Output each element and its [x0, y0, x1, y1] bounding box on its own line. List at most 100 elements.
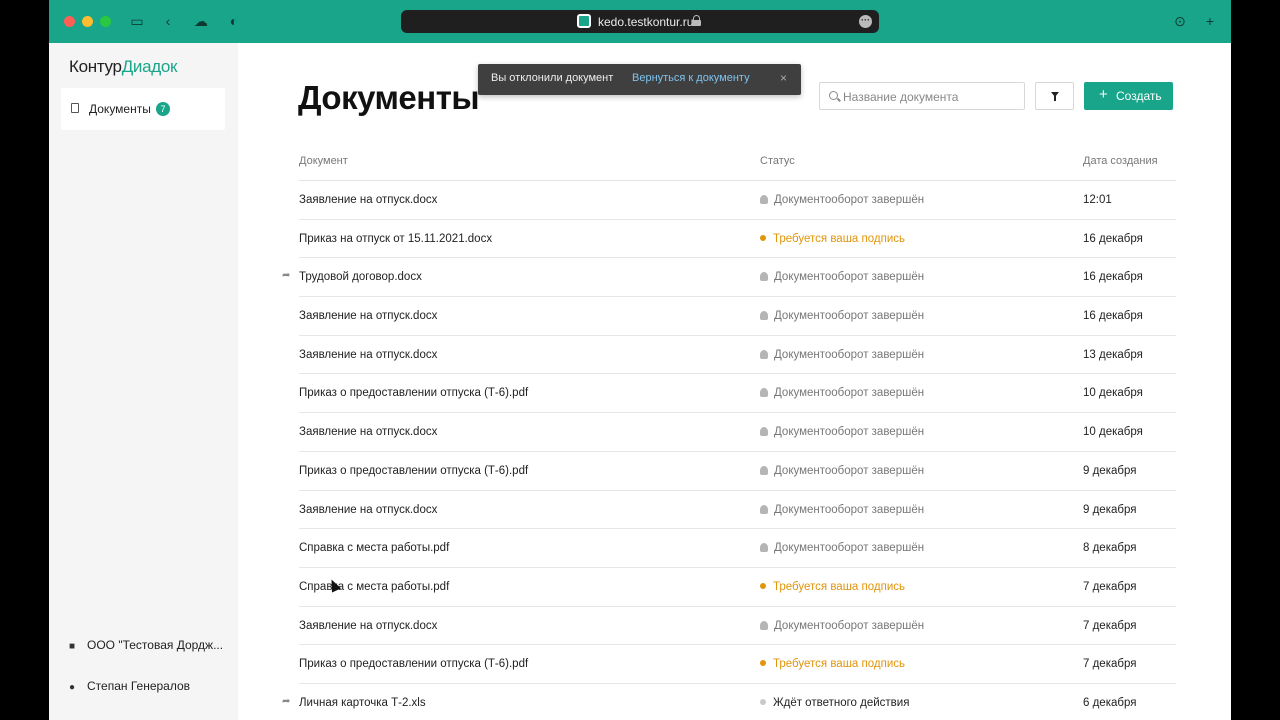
status-cell: Документооборот завершён: [760, 387, 924, 399]
table-row[interactable]: Заявление на отпуск.docx Документооборот …: [299, 413, 1176, 452]
date-cell: 7 декабря: [1083, 619, 1137, 632]
table-row[interactable]: Заявление на отпуск.docx Документооборот …: [299, 181, 1176, 220]
column-header-status: Статус: [760, 155, 795, 167]
cloud-icon[interactable]: ☁: [192, 12, 210, 30]
maximize-window-button[interactable]: [100, 16, 111, 27]
document-name[interactable]: Заявление на отпуск.docx: [299, 194, 437, 206]
address-bar[interactable]: kedo.testkontur.ru ···: [401, 10, 879, 33]
status-cell: Ждёт ответного действия: [760, 697, 909, 709]
seal-icon: [760, 388, 768, 398]
document-name[interactable]: Приказ о предоставлении отпуска (Т-6).pd…: [299, 387, 528, 399]
table-row[interactable]: Приказ о предоставлении отпуска (Т-6).pd…: [299, 452, 1176, 491]
page-title: Документы: [298, 79, 480, 116]
back-icon[interactable]: ‹: [159, 12, 177, 30]
date-cell: 10 декабря: [1083, 387, 1143, 400]
table-row[interactable]: Справка с места работы.pdf Документооборо…: [299, 529, 1176, 568]
document-name[interactable]: Справка с места работы.pdf: [299, 542, 449, 554]
lock-icon: [692, 15, 701, 26]
seal-icon: [760, 272, 768, 282]
document-name[interactable]: Справка с места работы.pdf: [299, 581, 449, 593]
search-field[interactable]: [819, 82, 1025, 110]
table-row[interactable]: Приказ о предоставлении отпуска (Т-6).pd…: [299, 374, 1176, 414]
document-icon: [71, 103, 79, 113]
status-text: Документооборот завершён: [774, 542, 925, 555]
shield-icon[interactable]: ◐: [225, 12, 243, 30]
column-header-document: Документ: [299, 155, 348, 167]
status-text: Требуется ваша подпись: [773, 658, 905, 671]
seal-icon: [760, 504, 768, 514]
table-row[interactable]: ➦ Личная карточка Т-2.xls Ждёт ответного д…: [282, 684, 1176, 720]
date-cell: 13 декабря: [1083, 348, 1143, 361]
document-name[interactable]: Заявление на отпуск.docx: [299, 620, 437, 632]
status-cell: Документооборот завершён: [760, 426, 924, 438]
toast-message: Вы отклонили документ: [491, 72, 614, 84]
status-cell: Документооборот завершён: [760, 194, 924, 206]
sidebar-item-documents[interactable]: Документы 7: [61, 88, 225, 130]
seal-icon: [760, 349, 768, 359]
table-row[interactable]: Заявление на отпуск.docx Документооборот …: [299, 297, 1176, 336]
user-menu[interactable]: ● Степан Генералов: [69, 679, 190, 693]
table-row[interactable]: Заявление на отпуск.docx Документооборот …: [299, 491, 1176, 530]
url-text: kedo.testkontur.ru: [598, 15, 694, 29]
status-text: Документооборот завершён: [774, 387, 925, 400]
organization-switcher[interactable]: ■ ООО "Тестовая Дордж...: [69, 638, 223, 652]
return-to-document-link[interactable]: Вернуться к документу: [632, 72, 750, 84]
document-name[interactable]: Заявление на отпуск.docx: [299, 349, 437, 361]
more-icon[interactable]: ···: [859, 15, 872, 28]
table-row[interactable]: ➦ Трудовой договор.docx Документооборот за…: [282, 258, 1176, 298]
logo[interactable]: КонтурДиадок: [69, 57, 177, 77]
document-name[interactable]: Приказ о предоставлении отпуска (Т-6).pd…: [299, 658, 528, 670]
seal-icon: [760, 427, 768, 437]
document-name[interactable]: Заявление на отпуск.docx: [299, 310, 437, 322]
search-input[interactable]: [843, 88, 1018, 105]
user-name: Степан Генералов: [87, 679, 191, 693]
column-header-date[interactable]: Дата создания: [1083, 155, 1158, 167]
sidebar-toggle-icon[interactable]: ▭: [128, 12, 146, 30]
filter-button[interactable]: [1035, 82, 1074, 110]
download-icon[interactable]: ⊙: [1171, 12, 1189, 30]
document-name[interactable]: Приказ на отпуск от 15.11.2021.docx: [299, 233, 492, 245]
table-row[interactable]: Приказ о предоставлении отпуска (Т-6).pd…: [299, 645, 1176, 684]
create-button[interactable]: + Создать: [1084, 82, 1173, 110]
status-text: Документооборот завершён: [774, 503, 925, 516]
logo-part-diadoc: Диадок: [121, 57, 178, 76]
table-row[interactable]: Заявление на отпуск.docx Документооборот …: [299, 336, 1176, 375]
document-name[interactable]: Заявление на отпуск.docx: [299, 504, 437, 516]
date-cell: 8 декабря: [1083, 542, 1137, 555]
date-cell: 9 декабря: [1083, 464, 1137, 477]
close-window-button[interactable]: [64, 16, 75, 27]
status-cell: Документооборот завершён: [760, 271, 924, 283]
status-cell: Документооборот завершён: [760, 349, 924, 361]
table-row[interactable]: Приказ на отпуск от 15.11.2021.docx Требу…: [299, 220, 1176, 259]
document-name[interactable]: Личная карточка Т-2.xls: [299, 697, 426, 709]
filter-icon: [1051, 92, 1059, 101]
status-text: Документооборот завершён: [774, 194, 925, 206]
new-tab-icon[interactable]: +: [1201, 12, 1219, 30]
close-icon[interactable]: ×: [780, 71, 787, 85]
document-name[interactable]: Приказ о предоставлении отпуска (Т-6).pd…: [299, 465, 528, 477]
status-text: Документооборот завершён: [774, 619, 925, 632]
logo-part-kontur: Контур: [69, 57, 122, 76]
documents-count-badge: 7: [156, 102, 170, 116]
seal-icon: [760, 465, 768, 475]
date-cell: 10 декабря: [1083, 426, 1143, 439]
seal-icon: [760, 620, 768, 630]
status-text: Требуется ваша подпись: [773, 580, 905, 593]
main-content: Документы + Создать Вы отклонили докумен…: [238, 43, 1231, 720]
sidebar-item-label: Документы: [89, 102, 151, 116]
document-name[interactable]: Заявление на отпуск.docx: [299, 426, 437, 438]
status-text: Документооборот завершён: [774, 426, 925, 439]
minimize-window-button[interactable]: [82, 16, 93, 27]
site-favicon-icon: [577, 14, 591, 28]
status-text: Документооборот завершён: [774, 271, 925, 284]
search-icon: [829, 91, 838, 100]
forward-arrow-icon: ➦: [282, 270, 291, 282]
user-icon: ●: [69, 682, 76, 693]
status-dot-icon: [760, 582, 766, 589]
status-dot-icon: [760, 660, 766, 667]
table-row[interactable]: Заявление на отпуск.docx Документооборот …: [299, 607, 1176, 646]
document-name[interactable]: Трудовой договор.docx: [299, 271, 422, 283]
status-cell: Документооборот завершён: [760, 310, 924, 322]
date-cell: 16 декабря: [1083, 271, 1143, 284]
table-row[interactable]: Справка с места работы.pdf Требуется ваша…: [299, 568, 1176, 607]
